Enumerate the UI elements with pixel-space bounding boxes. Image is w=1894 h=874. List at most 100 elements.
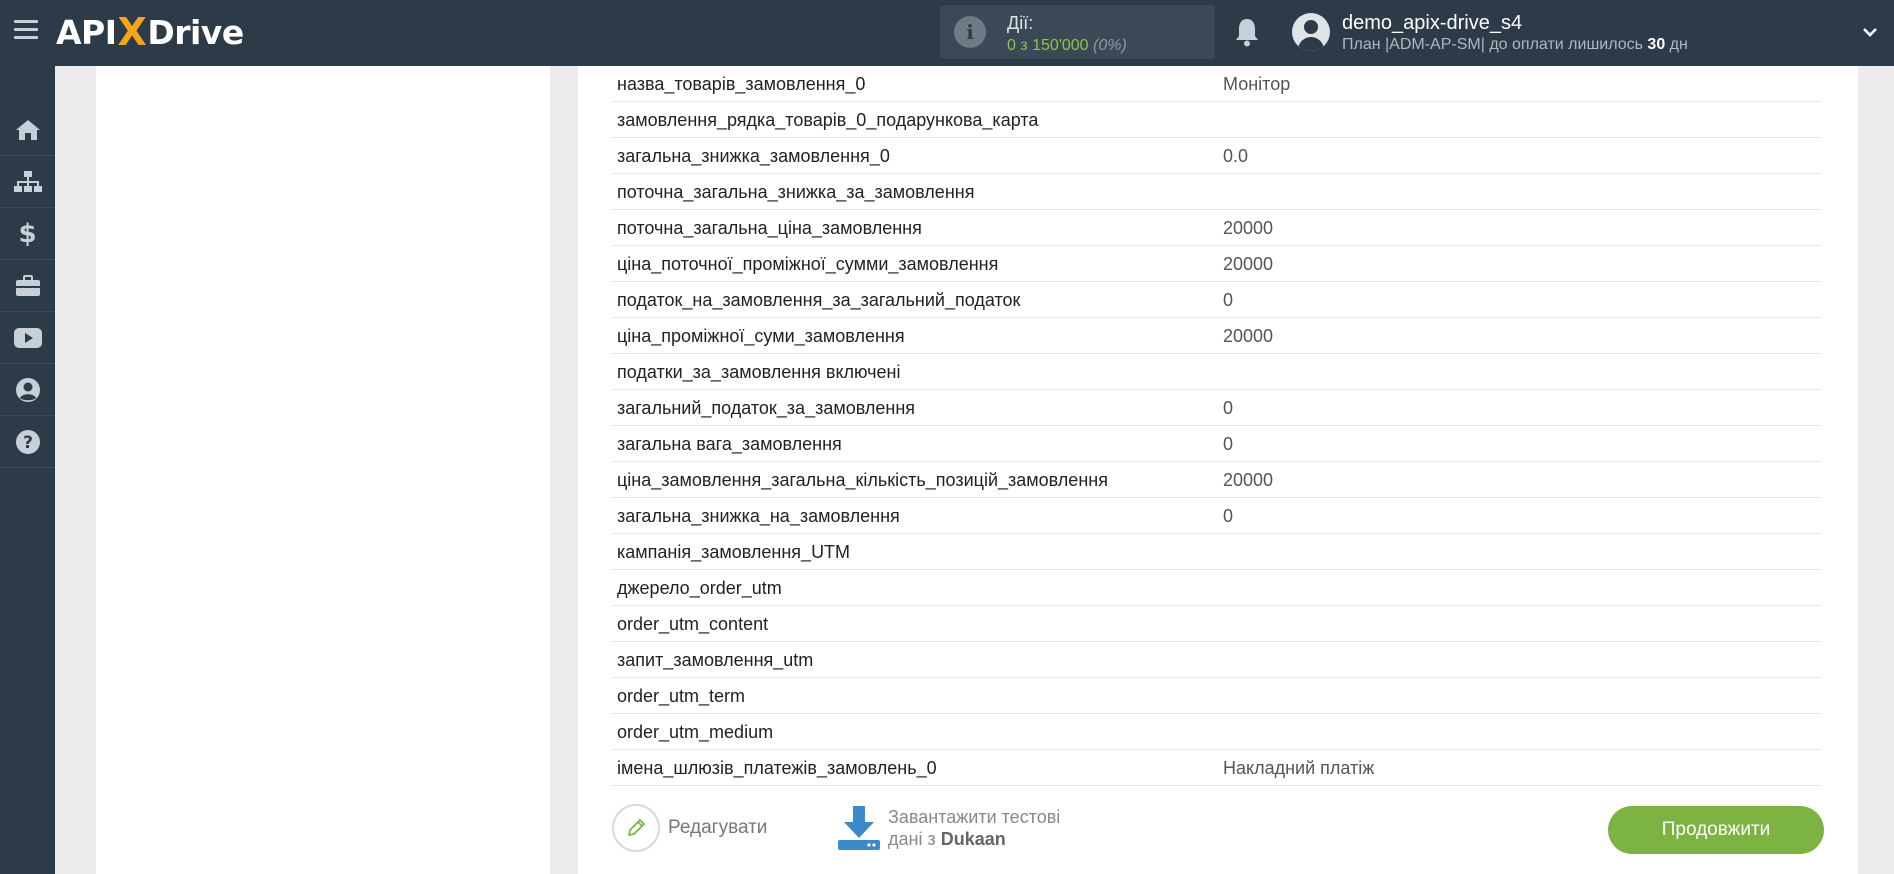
pencil-icon-circle xyxy=(612,804,660,852)
row-value: 0 xyxy=(1223,290,1234,310)
chevron-down-icon[interactable] xyxy=(1862,24,1878,40)
row-key: order_utm_medium xyxy=(617,722,774,742)
actions-counter[interactable]: i Дії: 0 з 150'000 (0%) xyxy=(940,5,1215,59)
sidebar-item-services[interactable] xyxy=(0,260,55,312)
sidebar: $ ? xyxy=(0,66,55,874)
table-row: імена_шлюзів_платежів_замовлень_0 Накладн… xyxy=(612,750,1822,786)
table-row: джерело_order_utm xyxy=(612,570,1822,606)
row-key: кампанія_замовлення_UTM xyxy=(617,542,851,562)
table-row: загальна вага_замовлення 0 xyxy=(612,426,1822,462)
dollar-icon: $ xyxy=(18,218,37,249)
actions-label: Дії: xyxy=(1007,13,1034,33)
logo-text-left: API xyxy=(56,12,117,52)
row-key: order_utm_term xyxy=(617,686,746,706)
row-key: загальна_знижка_замовлення_0 xyxy=(617,146,890,166)
table-row: назва_товарів_замовлення_0 Монітор xyxy=(612,66,1822,102)
row-key: ціна_проміжної_суми_замовлення xyxy=(617,326,905,346)
row-key: запит_замовлення_utm xyxy=(617,650,814,670)
table-row: order_utm_content xyxy=(612,606,1822,642)
table-row: податок_на_замовлення_за_загальний_подат… xyxy=(612,282,1822,318)
question-icon: ? xyxy=(15,429,40,454)
table-row: order_utm_medium xyxy=(612,714,1822,750)
download-line1: Завантажити тестові xyxy=(888,807,1061,827)
plan-days-unit: дн xyxy=(1669,36,1688,53)
row-value: 0.0 xyxy=(1223,146,1249,166)
actions-value: 0 з 150'000 (0%) xyxy=(1007,37,1127,55)
row-value: 0 xyxy=(1223,506,1234,526)
info-icon: i xyxy=(954,16,986,48)
edit-label: Редагувати xyxy=(668,817,768,838)
table-row: замовлення_рядка_товарів_0_подарункова_к… xyxy=(612,102,1822,138)
row-value: Накладний платіж xyxy=(1223,758,1375,778)
row-key: ціна_замовлення_загальна_кількість_позиц… xyxy=(617,470,1108,490)
row-key: поточна_загальна_знижка_за_замовлення xyxy=(617,182,975,202)
sidebar-item-videos[interactable] xyxy=(0,312,55,364)
logo-text-right: Drive xyxy=(147,12,244,52)
download-line2: дані з xyxy=(888,829,936,849)
edit-button[interactable]: Редагувати xyxy=(612,804,767,852)
table-row: кампанія_замовлення_UTM xyxy=(612,534,1822,570)
row-key: імена_шлюзів_платежів_замовлень_0 xyxy=(617,758,937,778)
svg-text:?: ? xyxy=(23,433,33,453)
row-value: Монітор xyxy=(1223,74,1291,94)
sidebar-item-billing[interactable]: $ xyxy=(0,208,55,260)
row-value: 20000 xyxy=(1223,218,1274,238)
home-icon xyxy=(15,119,40,140)
row-key: загальна вага_замовлення xyxy=(617,434,842,454)
table-row: ціна_замовлення_загальна_кількість_позиц… xyxy=(612,462,1822,498)
row-key: order_utm_content xyxy=(617,614,769,634)
user-name[interactable]: demo_apix-drive_s4 xyxy=(1342,12,1522,35)
table-row: запит_замовлення_utm xyxy=(612,642,1822,678)
row-value: 0 xyxy=(1223,434,1234,454)
youtube-icon xyxy=(13,327,42,348)
user-circle-icon xyxy=(15,377,40,402)
download-test-data-button[interactable]: Завантажити тестові дані з Dukaan xyxy=(836,804,1060,852)
menu-icon[interactable] xyxy=(14,20,38,40)
row-value: 20000 xyxy=(1223,254,1274,274)
download-icon xyxy=(838,806,880,850)
sitemap-icon xyxy=(13,170,42,192)
bell-icon[interactable] xyxy=(1232,16,1262,48)
row-key: поточна_загальна_ціна_замовлення xyxy=(617,218,922,238)
briefcase-icon xyxy=(15,274,40,296)
row-key: загальна_знижка_на_замовлення xyxy=(617,506,900,526)
table-row: загальна_знижка_замовлення_0 0.0 xyxy=(612,138,1822,174)
logo[interactable]: API X Drive xyxy=(56,10,244,54)
table-row: загальна_знижка_на_замовлення 0 xyxy=(612,498,1822,534)
pencil-icon xyxy=(628,819,645,836)
actions-count: 0 з 150'000 xyxy=(1007,37,1089,54)
top-bar: API X Drive i Дії: 0 з 150'000 (0%) demo_a… xyxy=(0,0,1894,66)
row-key: податки_за_замовлення включені xyxy=(617,362,901,382)
logo-x: X xyxy=(117,10,147,54)
row-value: 20000 xyxy=(1223,470,1274,490)
table-row: поточна_загальна_знижка_за_замовлення xyxy=(612,174,1822,210)
table-row: податки_за_замовлення включені xyxy=(612,354,1822,390)
sidebar-item-home[interactable] xyxy=(0,104,55,156)
user-plan: План |ADM-AP-SM| до оплати лишилось 30 д… xyxy=(1342,36,1688,54)
row-key: загальний_податок_за_замовлення xyxy=(617,398,916,418)
main-panel: назва_товарів_замовлення_0 Монітор замовле… xyxy=(578,66,1858,874)
row-key: назва_товарів_замовлення_0 xyxy=(617,74,866,94)
row-key: ціна_поточної_проміжної_сумми_замовлення xyxy=(617,254,999,274)
row-key: податок_на_замовлення_за_загальний_подат… xyxy=(617,290,1021,310)
table-row: поточна_загальна_ціна_замовлення 20000 xyxy=(612,210,1822,246)
table-row: ціна_поточної_проміжної_сумми_замовлення… xyxy=(612,246,1822,282)
table-row: загальний_податок_за_замовлення 0 xyxy=(612,390,1822,426)
continue-button[interactable]: Продовжити xyxy=(1608,806,1824,854)
left-panel xyxy=(96,66,550,874)
table-row: order_utm_term xyxy=(612,678,1822,714)
sidebar-item-connections[interactable] xyxy=(0,156,55,208)
sidebar-item-help[interactable]: ? xyxy=(0,416,55,468)
table-row: ціна_проміжної_суми_замовлення 20000 xyxy=(612,318,1822,354)
row-key: джерело_order_utm xyxy=(617,578,782,598)
row-value: 0 xyxy=(1223,398,1234,418)
download-service: Dukaan xyxy=(940,829,1006,849)
download-label: Завантажити тестові дані з Dukaan xyxy=(888,806,1060,850)
actions-percent: (0%) xyxy=(1093,37,1127,54)
row-key: замовлення_рядка_товарів_0_подарункова_к… xyxy=(617,110,1039,130)
plan-text: План |ADM-AP-SM| до оплати лишилось xyxy=(1342,36,1643,53)
plan-days: 30 xyxy=(1647,36,1666,53)
avatar[interactable] xyxy=(1292,13,1330,51)
data-table: назва_товарів_замовлення_0 Монітор замовле… xyxy=(612,66,1822,786)
sidebar-item-account[interactable] xyxy=(0,364,55,416)
